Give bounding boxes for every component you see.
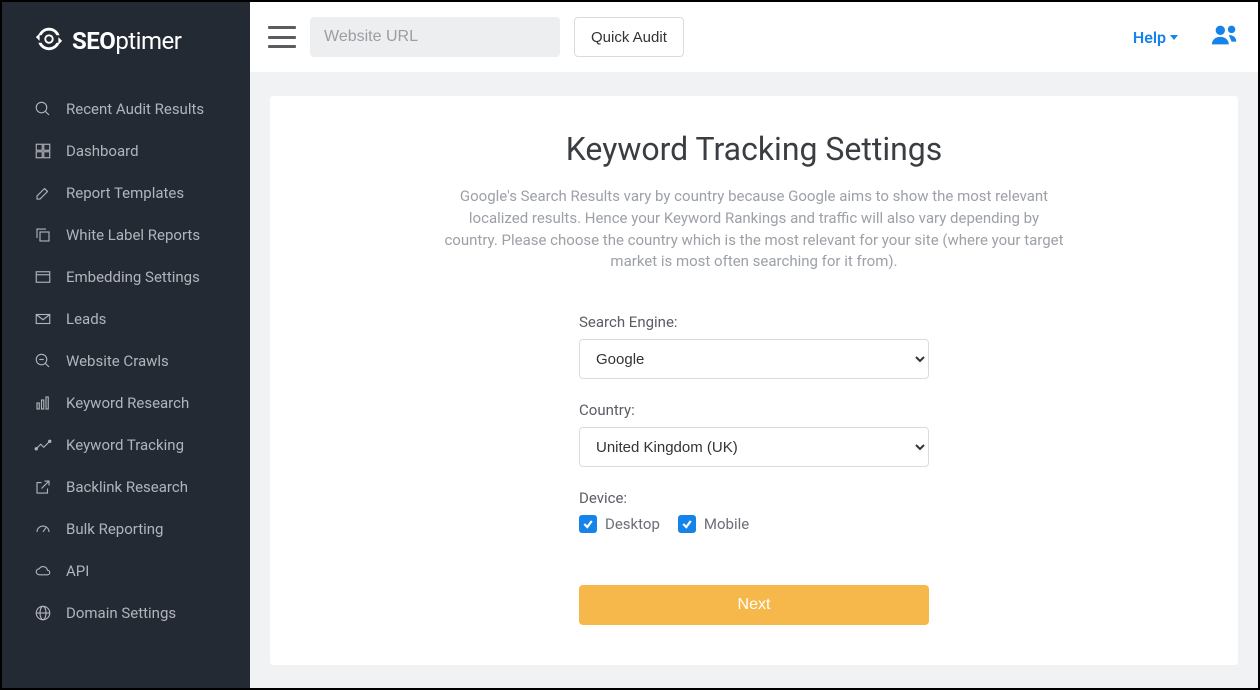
sidebar-item-leads[interactable]: Leads — [2, 298, 250, 340]
help-dropdown[interactable]: Help — [1133, 28, 1178, 47]
copy-icon — [34, 226, 52, 244]
sidebar-item-label: Recent Audit Results — [66, 100, 204, 118]
desktop-checkbox[interactable] — [579, 515, 597, 533]
desktop-checkbox-item: Desktop — [579, 515, 660, 533]
app-root: SEOptimer Recent Audit Results Dashboard… — [0, 0, 1260, 690]
sidebar-item-label: Backlink Research — [66, 478, 188, 496]
sidebar-item-label: White Label Reports — [66, 226, 200, 244]
sidebar-item-label: Website Crawls — [66, 352, 169, 370]
main-area: Quick Audit Help Keyword Tracking Settin… — [250, 2, 1258, 688]
mail-icon — [34, 310, 52, 328]
page-description: Google's Search Results vary by country … — [444, 186, 1064, 273]
page-title: Keyword Tracking Settings — [310, 130, 1198, 168]
sidebar-item-label: Keyword Research — [66, 394, 189, 412]
device-label: Device: — [579, 489, 929, 507]
gauge-icon — [34, 520, 52, 538]
sidebar-nav: Recent Audit Results Dashboard Report Te… — [2, 76, 250, 634]
sidebar-item-bulk-reporting[interactable]: Bulk Reporting — [2, 508, 250, 550]
sidebar-item-label: Dashboard — [66, 142, 139, 160]
search-engine-group: Search Engine: Google — [579, 313, 929, 379]
search-icon — [34, 100, 52, 118]
mobile-label: Mobile — [704, 515, 749, 533]
device-group: Device: Desktop Mobile — [579, 489, 929, 533]
sidebar-item-backlink-research[interactable]: Backlink Research — [2, 466, 250, 508]
help-label: Help — [1133, 28, 1166, 47]
sidebar-item-label: Domain Settings — [66, 604, 176, 622]
cloud-icon — [34, 562, 52, 580]
trend-icon — [34, 436, 52, 454]
settings-card: Keyword Tracking Settings Google's Searc… — [270, 96, 1238, 665]
sidebar-item-embedding[interactable]: Embedding Settings — [2, 256, 250, 298]
sidebar-item-white-label[interactable]: White Label Reports — [2, 214, 250, 256]
settings-form: Search Engine: Google Country: United Ki… — [579, 313, 929, 625]
bar-chart-icon — [34, 394, 52, 412]
sidebar-item-keyword-research[interactable]: Keyword Research — [2, 382, 250, 424]
country-select[interactable]: United Kingdom (UK) — [579, 427, 929, 467]
content-area: Keyword Tracking Settings Google's Searc… — [250, 72, 1258, 688]
hamburger-menu-icon[interactable] — [268, 26, 296, 48]
sidebar-item-recent-audit[interactable]: Recent Audit Results — [2, 88, 250, 130]
sidebar-item-label: Keyword Tracking — [66, 436, 184, 454]
sidebar: SEOptimer Recent Audit Results Dashboard… — [2, 2, 250, 688]
country-group: Country: United Kingdom (UK) — [579, 401, 929, 467]
country-label: Country: — [579, 401, 929, 419]
gear-arrows-icon — [34, 24, 64, 58]
quick-audit-button[interactable]: Quick Audit — [574, 17, 684, 57]
sidebar-item-label: API — [66, 562, 89, 580]
device-checkbox-row: Desktop Mobile — [579, 515, 929, 533]
mobile-checkbox[interactable] — [678, 515, 696, 533]
topbar: Quick Audit Help — [250, 2, 1258, 72]
grid-icon — [34, 142, 52, 160]
globe-icon — [34, 604, 52, 622]
caret-down-icon — [1170, 35, 1178, 40]
sidebar-item-dashboard[interactable]: Dashboard — [2, 130, 250, 172]
sidebar-item-api[interactable]: API — [2, 550, 250, 592]
sidebar-item-website-crawls[interactable]: Website Crawls — [2, 340, 250, 382]
website-url-input[interactable] — [310, 17, 560, 57]
sidebar-item-label: Leads — [66, 310, 106, 328]
brand-logo[interactable]: SEOptimer — [2, 2, 250, 76]
sidebar-item-label: Report Templates — [66, 184, 184, 202]
sidebar-item-label: Embedding Settings — [66, 268, 200, 286]
sidebar-item-domain-settings[interactable]: Domain Settings — [2, 592, 250, 634]
sidebar-item-report-templates[interactable]: Report Templates — [2, 172, 250, 214]
crawl-icon — [34, 352, 52, 370]
sidebar-item-keyword-tracking[interactable]: Keyword Tracking — [2, 424, 250, 466]
sidebar-item-label: Bulk Reporting — [66, 520, 163, 538]
embed-icon — [34, 268, 52, 286]
users-icon[interactable] — [1210, 23, 1240, 51]
mobile-checkbox-item: Mobile — [678, 515, 749, 533]
edit-icon — [34, 184, 52, 202]
external-link-icon — [34, 478, 52, 496]
brand-text: SEOptimer — [72, 27, 181, 55]
search-engine-label: Search Engine: — [579, 313, 929, 331]
desktop-label: Desktop — [605, 515, 660, 533]
next-button[interactable]: Next — [579, 585, 929, 625]
search-engine-select[interactable]: Google — [579, 339, 929, 379]
